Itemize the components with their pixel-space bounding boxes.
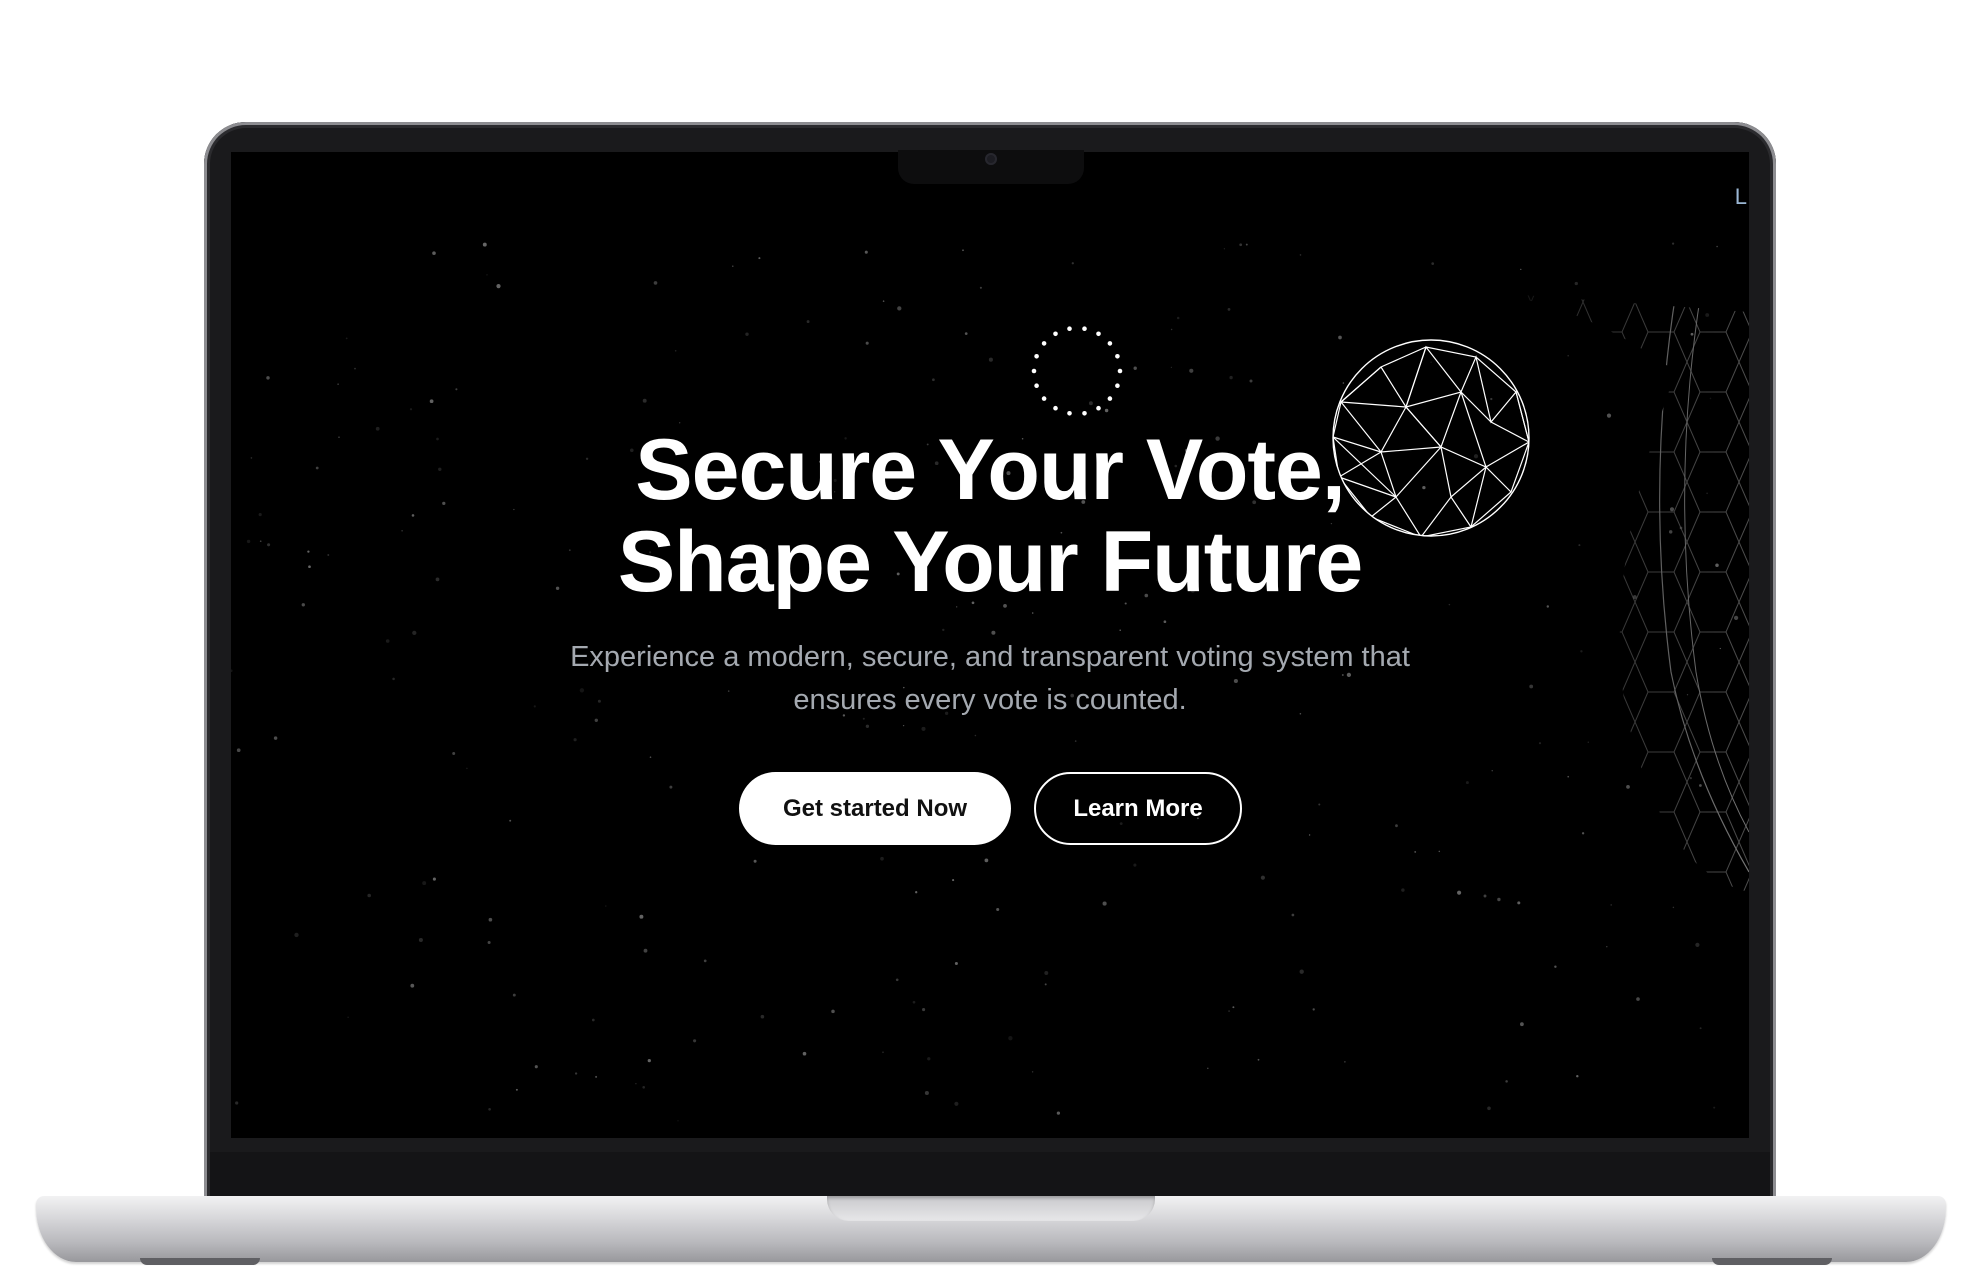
hero-subtext: Experience a modern, secure, and transpa… xyxy=(510,636,1470,722)
nav-corner-letter[interactable]: L xyxy=(1735,184,1747,210)
subtext-line-1: Experience a modern, secure, and transpa… xyxy=(570,641,1410,673)
loading-dot xyxy=(1053,331,1058,337)
loading-dot xyxy=(1041,396,1047,401)
get-started-button[interactable]: Get started Now xyxy=(739,772,1011,845)
laptop-chin xyxy=(210,1152,1770,1197)
loading-dot xyxy=(1096,405,1101,411)
camera-icon xyxy=(985,153,997,165)
loading-dot xyxy=(1082,326,1087,331)
laptop-foot-left xyxy=(140,1258,260,1265)
learn-more-button[interactable]: Learn More xyxy=(1034,772,1242,845)
loading-dot xyxy=(1115,383,1120,388)
subtext-line-2: ensures every vote is counted. xyxy=(793,684,1187,716)
hero-headline: Secure Your Vote, Shape Your Future xyxy=(231,424,1749,608)
loading-dot xyxy=(1034,383,1039,388)
loading-dot xyxy=(1107,396,1113,401)
loading-dot xyxy=(1053,405,1058,411)
loading-dot xyxy=(1034,354,1039,359)
loading-dot xyxy=(1117,368,1123,374)
trackpad-groove xyxy=(827,1196,1155,1221)
loading-dot xyxy=(1031,368,1037,374)
loading-dot xyxy=(1107,341,1113,346)
loading-ring-icon xyxy=(1031,326,1123,416)
loading-dot xyxy=(1082,411,1087,416)
loading-dot xyxy=(1096,331,1101,337)
loading-dot xyxy=(1041,341,1047,346)
screen: L Secure Your Vote, Shape Your Future Ex… xyxy=(231,152,1749,1138)
loading-dot xyxy=(1115,354,1120,359)
loading-dot xyxy=(1067,326,1072,331)
loading-dot xyxy=(1067,411,1072,416)
headline-line-1: Secure Your Vote, xyxy=(635,422,1345,518)
laptop-foot-right xyxy=(1712,1258,1832,1265)
headline-line-2: Shape Your Future xyxy=(617,514,1363,610)
